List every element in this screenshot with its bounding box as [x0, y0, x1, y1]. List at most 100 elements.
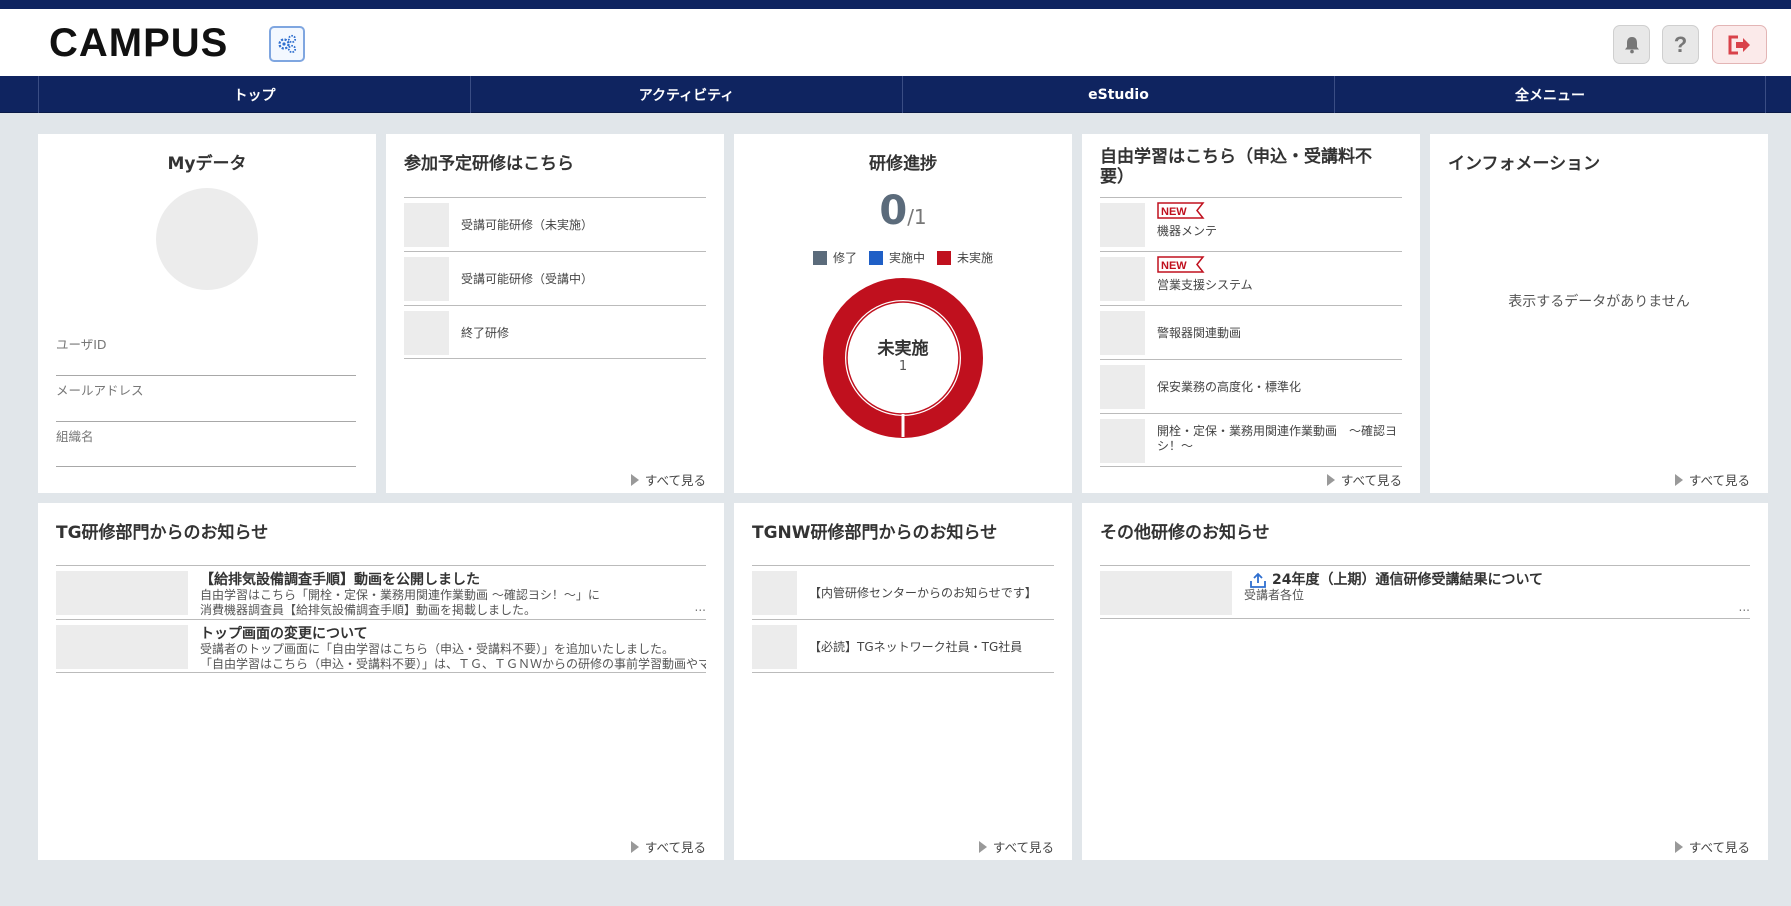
free-study-title: 自由学習はこちら（申込・受講料不 要） [1100, 147, 1372, 187]
field-label-email: メールアドレス [56, 383, 144, 398]
campus-logo[interactable]: CAMPUS [49, 23, 228, 63]
see-all-label: すべて見る [644, 473, 706, 488]
thumbnail [56, 571, 188, 615]
notice-body-line1: 自由学習はこちら「開栓・定保・業務用関連作業動画 ～確認ヨシ！～」に [200, 588, 600, 602]
see-all-link[interactable]: すべて見る [630, 837, 706, 856]
list-item-label: 保安業務の高度化・標準化 [1157, 380, 1302, 394]
scheduled-title: 参加予定研修はこちら [404, 154, 574, 174]
new-badge-text: NEW [1161, 206, 1187, 218]
free-study-panel: 自由学習はこちら（申込・受講料不 要） NEW 機器メンテ NEW 営業支援シス… [1082, 134, 1420, 493]
list-item[interactable]: 受講可能研修（受講中） [404, 251, 706, 305]
thumbnail [752, 625, 797, 669]
legend-label: 未実施 [957, 251, 994, 265]
notice-body-line2: 「自由学習はこちら（申込・受講料不要）」は、ＴＧ、ＴＧＮＷからの研修の事前学習動… [200, 657, 706, 671]
legend-item-completed: 修了 [812, 249, 857, 266]
new-badge-icon: NEW [1157, 256, 1205, 273]
nav-estudio[interactable]: eStudio [902, 76, 1334, 113]
list-item-label: 終了研修 [461, 326, 510, 340]
list-item[interactable]: NEW 営業支援システム [1100, 251, 1402, 305]
list-item-label: 機器メンテ [1157, 224, 1218, 238]
notice-item[interactable]: 24年度（上期）通信研修受講結果について 受講者各位 ... [1100, 565, 1750, 619]
see-all-link[interactable]: すべて見る [1674, 837, 1750, 856]
donut-center-value: 1 [898, 359, 908, 374]
see-all-label: すべて見る [1340, 473, 1402, 488]
settings-gears-icon[interactable] [269, 26, 305, 62]
legend-swatch [812, 250, 827, 265]
avatar [156, 188, 258, 290]
progress-count-total: /1 [907, 205, 927, 229]
see-all-label: すべて見る [644, 840, 706, 855]
see-all-link[interactable]: すべて見る [630, 470, 706, 489]
list-item[interactable]: 終了研修 [404, 305, 706, 359]
divider [56, 421, 356, 422]
information-title: インフォメーション [1448, 154, 1601, 174]
legend-swatch [937, 250, 951, 265]
progress-title: 研修進捗 [869, 154, 937, 174]
top-strip [0, 0, 1791, 9]
notice-item[interactable]: 【内管研修センターからのお知らせです】 [752, 565, 1054, 619]
progress-count: 0/1 [734, 188, 1072, 234]
play-triangle-icon [630, 473, 639, 486]
legend-label: 修了 [832, 251, 857, 265]
list-item-label: 受講可能研修（未実施） [461, 218, 594, 232]
notice-title: 【必読】TGネットワーク社員・TG社員 [809, 640, 1023, 654]
see-all-link[interactable]: すべて見る [1674, 470, 1750, 489]
see-all-label: すべて見る [992, 840, 1054, 855]
notice-title: 【内管研修センターからのお知らせです】 [809, 586, 1037, 600]
free-study-title-line1: 自由学習はこちら（申込・受講料不 [1100, 147, 1372, 167]
thumbnail [1100, 311, 1145, 355]
notice-title: 24年度（上期）通信研修受講結果について [1272, 572, 1544, 588]
new-badge-icon: NEW [1157, 202, 1205, 219]
notice-item[interactable]: トップ画面の変更について 受講者のトップ画面に「自由学習はこちら（申込・受講料不… [56, 619, 706, 673]
play-triangle-icon [1326, 473, 1335, 486]
help-button[interactable]: ? [1662, 25, 1699, 64]
play-triangle-icon [978, 840, 987, 853]
progress-panel: 研修進捗 0/1 修了 実施中 未実施 未実施 1 [734, 134, 1072, 493]
upload-icon [1250, 572, 1266, 588]
list-item[interactable]: NEW 機器メンテ [1100, 197, 1402, 251]
nav-all-menu[interactable]: 全メニュー [1334, 76, 1766, 113]
list-item-label: 開栓・定保・業務用関連作業動画 ～確認ヨ シ！～ [1157, 424, 1397, 454]
see-all-link[interactable]: すべて見る [978, 837, 1054, 856]
field-label-userid: ユーザID [56, 337, 107, 352]
main-nav: トップ アクティビティ eStudio 全メニュー [0, 76, 1791, 113]
free-study-title-line2: 要） [1100, 167, 1134, 187]
see-all-link[interactable]: すべて見る [1326, 470, 1402, 489]
notice-body-line1: 受講者のトップ画面に「自由学習はこちら（申込・受講料不要）」を追加いたしました。 [200, 642, 675, 656]
list-item-label: 営業支援システム [1157, 278, 1253, 292]
tg-notice-panel: TG研修部門からのお知らせ 【給排気設備調査手順】動画を公開しました 自由学習は… [38, 503, 724, 860]
play-triangle-icon [630, 840, 639, 853]
legend-item-not-started: 未実施 [937, 249, 993, 266]
thumbnail [404, 257, 449, 301]
scheduled-training-panel: 参加予定研修はこちら 受講可能研修（未実施） 受講可能研修（受講中） 終了研修 … [386, 134, 724, 493]
legend-item-in-progress: 実施中 [868, 249, 925, 266]
notification-bell-button[interactable] [1613, 25, 1650, 64]
notice-item[interactable]: 【給排気設備調査手順】動画を公開しました 自由学習はこちら「開栓・定保・業務用関… [56, 565, 706, 619]
tgnw-notice-panel: TGNW研修部門からのお知らせ 【内管研修センターからのお知らせです】 【必読】… [734, 503, 1072, 860]
notice-body-line1: 受講者各位 [1244, 588, 1305, 602]
thumbnail [1100, 571, 1232, 615]
field-label-org: 組織名 [56, 429, 94, 444]
list-item[interactable]: 開栓・定保・業務用関連作業動画 ～確認ヨ シ！～ [1100, 413, 1402, 467]
legend-label: 実施中 [888, 251, 925, 265]
divider [56, 375, 356, 376]
thumbnail [1100, 419, 1145, 463]
list-item[interactable]: 受講可能研修（未実施） [404, 197, 706, 251]
list-item[interactable]: 保安業務の高度化・標準化 [1100, 359, 1402, 413]
bell-icon [1624, 36, 1639, 53]
nav-top[interactable]: トップ [38, 76, 470, 113]
notice-item[interactable]: 【必読】TGネットワーク社員・TG社員 [752, 619, 1054, 673]
progress-legend: 修了 実施中 未実施 [734, 249, 1072, 266]
nav-activity[interactable]: アクティビティ [470, 76, 902, 113]
legend-swatch [868, 250, 883, 265]
thumbnail [56, 625, 188, 669]
see-all-label: すべて見る [1688, 473, 1750, 488]
logout-button[interactable] [1712, 25, 1767, 64]
app-header: CAMPUS ? [0, 9, 1791, 76]
play-triangle-icon [1674, 840, 1683, 853]
list-item-label-line2: シ！～ [1157, 439, 1194, 453]
notice-body-line2: 消費機器調査員【給排気設備調査手順】動画を掲載しました。 [200, 603, 537, 617]
no-data-message: 表示するデータがありません [1508, 294, 1690, 310]
list-item[interactable]: 警報器関連動画 [1100, 305, 1402, 359]
thumbnail [404, 311, 449, 355]
